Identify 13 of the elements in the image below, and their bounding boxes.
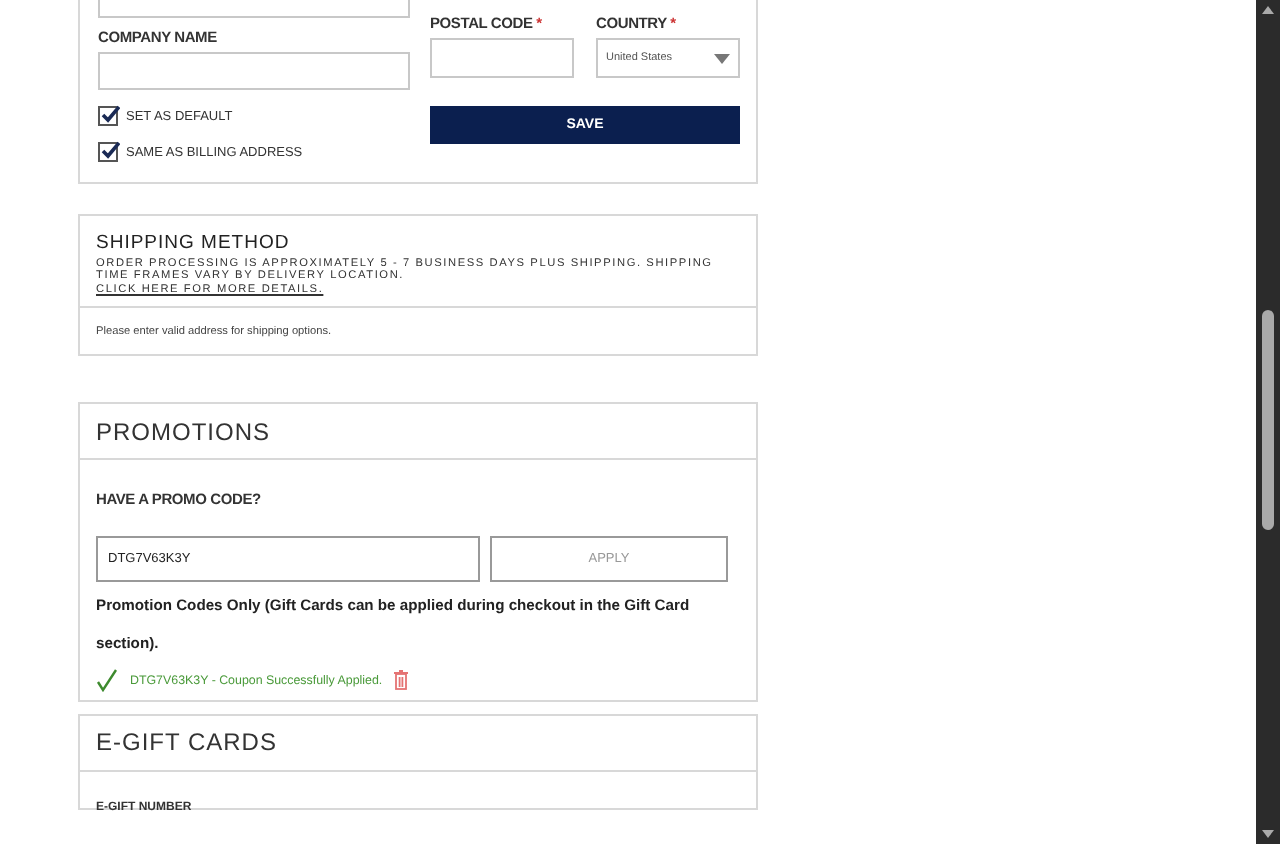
scroll-up-icon[interactable]: [1262, 6, 1274, 14]
postal-code-field[interactable]: [430, 38, 574, 78]
scrollbar[interactable]: [1256, 0, 1280, 844]
section-title: SHIPPING METHOD: [96, 232, 292, 254]
section-title: PROMOTIONS: [96, 418, 273, 447]
caret-icon: [714, 53, 730, 63]
scroll-down-icon[interactable]: [1262, 830, 1274, 838]
section-title: E-GIFT CARDS: [96, 728, 279, 757]
checkbox[interactable]: [98, 142, 118, 162]
check-icon: [96, 668, 118, 693]
checkbox[interactable]: [98, 106, 118, 126]
trash-icon[interactable]: [394, 670, 409, 691]
company-name-field[interactable]: [98, 52, 410, 90]
